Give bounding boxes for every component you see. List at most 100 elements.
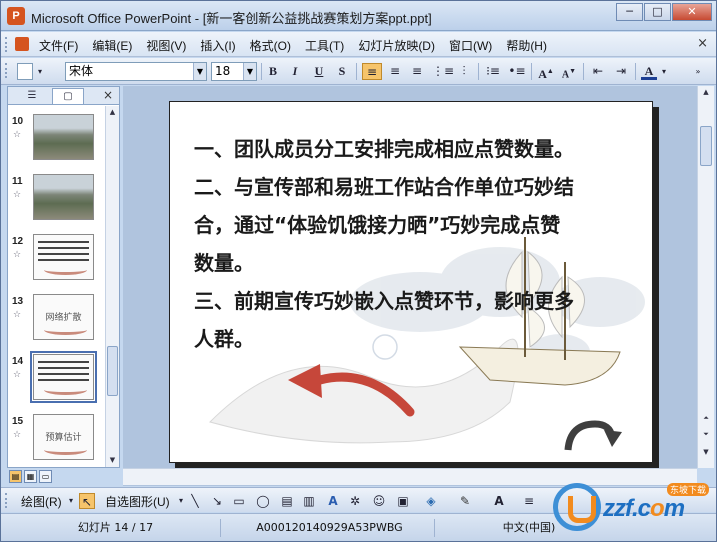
editor-scroll-thumb[interactable]: [700, 126, 712, 166]
diagram-icon[interactable]: ✲: [347, 493, 363, 509]
decrease-font-size-icon[interactable]: A▼: [560, 63, 578, 80]
menu-slideshow[interactable]: 幻灯片放映(D): [358, 37, 435, 54]
textbox-tool-icon[interactable]: ▤: [279, 493, 295, 509]
font-color-button[interactable]: A: [641, 63, 657, 80]
next-slide-icon[interactable]: ⏷: [700, 428, 712, 441]
clip-art-icon[interactable]: ☺: [371, 493, 387, 509]
autoshapes-menu-button[interactable]: 自选图形(U): [105, 493, 170, 510]
menu-tools[interactable]: 工具(T): [305, 37, 344, 54]
outline-tab-icon[interactable]: ☰: [16, 88, 48, 104]
font-name-dropdown-icon[interactable]: ▼: [193, 63, 206, 80]
thumbnail-swoosh: [44, 325, 87, 335]
scroll-up-icon[interactable]: ▲: [106, 106, 119, 119]
scroll-down-icon[interactable]: ▼: [700, 446, 712, 459]
scroll-down-icon[interactable]: ▼: [106, 454, 119, 467]
slide-thumbnail-image[interactable]: [33, 114, 94, 160]
return-arrowhead-icon: [604, 430, 622, 447]
line-style-icon[interactable]: ≡: [521, 493, 537, 509]
slide-thumbnail-image[interactable]: [33, 234, 94, 280]
menu-file[interactable]: 文件(F): [39, 37, 78, 54]
pane-scroll-thumb[interactable]: [107, 346, 118, 396]
slide-thumbnail-image[interactable]: [33, 174, 94, 220]
oval-tool-icon[interactable]: ◯: [255, 493, 271, 509]
increase-indent-icon[interactable]: ⇥: [612, 63, 630, 80]
menu-format[interactable]: 格式(O): [250, 37, 291, 54]
slide-thumbnail-image[interactable]: 网络扩散: [33, 294, 94, 340]
menu-grip-handle[interactable]: [5, 37, 8, 52]
toolbar-grip-handle[interactable]: [5, 63, 8, 78]
draw-menu-button[interactable]: 绘图(R): [21, 493, 62, 510]
arrow-tool-icon[interactable]: ↘: [209, 493, 225, 509]
select-objects-icon[interactable]: ↖: [79, 493, 95, 509]
increase-font-size-icon[interactable]: A▲: [537, 63, 555, 81]
menu-window[interactable]: 窗口(W): [449, 37, 492, 54]
bold-button[interactable]: B: [265, 63, 281, 80]
line-tool-icon[interactable]: ╲: [187, 493, 203, 509]
toolbar-overflow-icon[interactable]: »: [691, 63, 705, 80]
slide-text-line: 数量。: [194, 251, 254, 275]
distribute-icon[interactable]: ⋮≡: [432, 63, 454, 80]
maximize-button[interactable]: □: [644, 3, 671, 21]
editor-vertical-scrollbar[interactable]: ▲ ⏶ ⏷ ▼: [697, 86, 714, 468]
slide-thumbnail-image[interactable]: [30, 351, 97, 403]
document-icon[interactable]: [15, 37, 29, 51]
slide-thumbnail[interactable]: 12 ☆: [8, 230, 104, 286]
slide-thumbnail[interactable]: 10 ☆: [8, 110, 104, 166]
draw-font-color-icon[interactable]: A: [491, 493, 507, 509]
fill-color-icon[interactable]: ◈: [423, 493, 439, 509]
new-document-icon[interactable]: [17, 63, 33, 80]
document-close-icon[interactable]: ×: [697, 36, 708, 51]
previous-slide-icon[interactable]: ⏶: [700, 412, 712, 425]
slide-sorter-icon[interactable]: ▦: [24, 470, 37, 483]
slide-thumbnail-image[interactable]: 预算估计: [33, 414, 94, 460]
font-size-select[interactable]: 18 ▼: [211, 62, 257, 81]
vertical-textbox-icon[interactable]: ▥: [301, 493, 317, 509]
pane-close-icon[interactable]: ×: [103, 88, 113, 102]
bulleted-list-icon[interactable]: •≡: [508, 63, 526, 80]
pane-scrollbar[interactable]: ▲ ▼: [105, 106, 119, 467]
slide-canvas[interactable]: 一、团队成员分工安排完成相应点赞数量。 二、与宣传部和易班工作站合作单位巧妙结 …: [169, 101, 653, 463]
font-name-value: 宋体: [69, 64, 94, 78]
decrease-indent-icon[interactable]: ⇤: [589, 63, 607, 80]
align-center-icon[interactable]: ≡: [386, 63, 404, 80]
scroll-up-icon[interactable]: ▲: [700, 86, 712, 99]
title-bar: P Microsoft Office PowerPoint - [新一客创新公益…: [1, 1, 716, 31]
menu-edit[interactable]: 编辑(E): [92, 37, 132, 54]
toolbar-separator: [583, 63, 584, 80]
drawbar-grip-handle[interactable]: [5, 493, 8, 508]
italic-button[interactable]: I: [287, 63, 303, 80]
numbered-list-icon[interactable]: ⁝≡: [484, 63, 502, 80]
slide-thumbnail[interactable]: 13 ☆ 网络扩散: [8, 290, 104, 346]
font-name-select[interactable]: 宋体 ▼: [65, 62, 207, 81]
powerpoint-app-icon[interactable]: P: [7, 7, 25, 25]
line-color-icon[interactable]: ✎: [457, 493, 473, 509]
minimize-button[interactable]: ─: [616, 3, 643, 21]
font-color-dropdown-icon[interactable]: ▾: [659, 63, 669, 80]
thumbnail-swoosh: [44, 385, 87, 395]
draw-menu-dropdown-icon[interactable]: ▾: [63, 493, 79, 509]
slides-tab-icon[interactable]: ▢: [52, 88, 84, 104]
menu-insert[interactable]: 插入(I): [200, 37, 235, 54]
view-buttons: ▤ ▦ ▭: [9, 470, 54, 483]
slide-thumbnail[interactable]: 11 ☆: [8, 170, 104, 226]
slide-thumbnail[interactable]: 14 ☆: [8, 350, 104, 406]
font-size-dropdown-icon[interactable]: ▼: [243, 63, 256, 80]
menu-view[interactable]: 视图(V): [146, 37, 186, 54]
normal-view-icon[interactable]: ▤: [9, 470, 22, 483]
site-watermark-logo: zzf.com 东坡下载: [553, 477, 715, 539]
wordart-icon[interactable]: A: [325, 493, 341, 509]
align-left-icon[interactable]: ≡: [362, 63, 382, 80]
rectangle-tool-icon[interactable]: ▭: [231, 493, 247, 509]
menu-help[interactable]: 帮助(H): [506, 37, 547, 54]
shadow-button[interactable]: S: [334, 63, 350, 80]
insert-picture-icon[interactable]: ▣: [395, 493, 411, 509]
slide-text-box[interactable]: 一、团队成员分工安排完成相应点赞数量。 二、与宣传部和易班工作站合作单位巧妙结 …: [194, 130, 634, 358]
slideshow-icon[interactable]: ▭: [39, 470, 52, 483]
close-button[interactable]: ✕: [672, 3, 712, 21]
transition-star-icon: ☆: [13, 370, 22, 380]
underline-button[interactable]: U: [311, 63, 327, 80]
align-right-icon[interactable]: ≡: [408, 63, 426, 80]
toolbar-options-chevron-icon[interactable]: ▾: [35, 63, 45, 80]
vertical-text-icon[interactable]: ⫶: [455, 63, 473, 80]
slide-thumbnail[interactable]: 15 ☆ 预算估计: [8, 410, 104, 466]
